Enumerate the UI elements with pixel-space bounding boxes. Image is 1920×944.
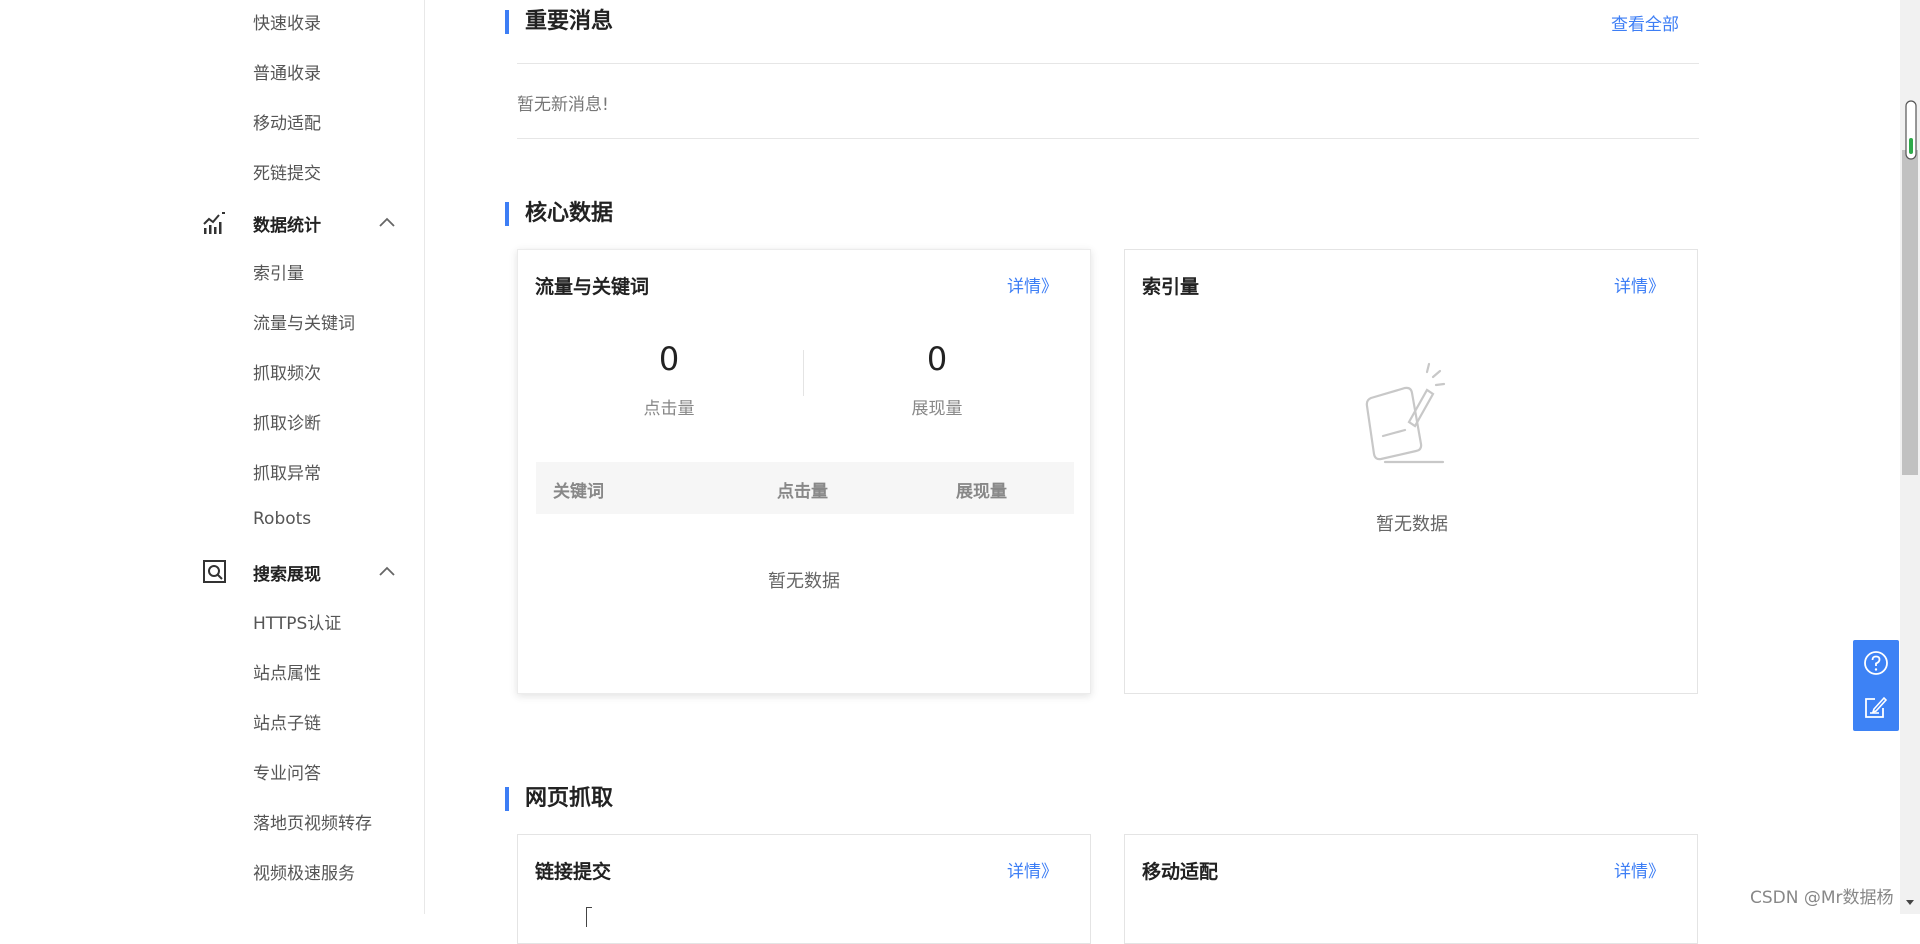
- axis-tick: [586, 907, 587, 927]
- sidebar-item-index-volume[interactable]: 索引量: [253, 259, 304, 284]
- clicks-label: 点击量: [643, 399, 695, 419]
- link-submit-card: 链接提交 详情》: [517, 834, 1091, 944]
- sidebar-item-landing-video[interactable]: 落地页视频转存: [253, 809, 372, 834]
- no-messages-text: 暂无新消息!: [517, 95, 609, 115]
- sidebar-item-mobile-adapt[interactable]: 移动适配: [253, 109, 321, 134]
- divider: [517, 138, 1699, 139]
- card-title: 链接提交: [535, 861, 612, 883]
- sidebar-item-pro-qa[interactable]: 专业问答: [253, 759, 321, 784]
- card-title: 索引量: [1142, 276, 1200, 298]
- sidebar-item-dead-link[interactable]: 死链提交: [253, 159, 321, 184]
- sidebar-item-crawl-diagnosis[interactable]: 抓取诊断: [253, 409, 321, 434]
- sidebar-item-quick-index[interactable]: 快速收录: [253, 9, 321, 34]
- chevron-up-icon[interactable]: [378, 563, 396, 581]
- sidebar-item-traffic-keywords[interactable]: 流量与关键词: [253, 309, 355, 334]
- sidebar-group-label: 数据统计: [253, 216, 321, 236]
- sidebar-group-search-display[interactable]: 搜索展现: [202, 557, 402, 587]
- card-title: 移动适配: [1142, 861, 1219, 883]
- sidebar-item-https-auth[interactable]: HTTPS认证: [253, 609, 341, 634]
- empty-state-text: 暂无数据: [768, 571, 840, 592]
- help-icon[interactable]: [1863, 650, 1889, 676]
- card-title: 流量与关键词: [535, 276, 650, 298]
- sidebar-group-data-stats[interactable]: 数据统计: [202, 208, 402, 238]
- scroll-down-arrow-icon[interactable]: [1904, 896, 1916, 908]
- column-header-impressions: 展现量: [956, 482, 1007, 502]
- empty-document-icon: [1365, 362, 1446, 464]
- watermark-text: CSDN @Mr数据杨: [1750, 888, 1894, 908]
- stat-divider: [803, 350, 804, 396]
- index-volume-card: 索引量 详情》 暂无数据: [1124, 249, 1698, 694]
- sidebar-item-normal-index[interactable]: 普通收录: [253, 59, 321, 84]
- divider: [517, 63, 1699, 64]
- section-title-core: 核心数据: [505, 201, 613, 227]
- keywords-table-header: 关键词 点击量 展现量: [536, 462, 1074, 514]
- traffic-keywords-card: 流量与关键词 详情》 0 点击量 0 展现量 关键词 点击量 展现量 暂无数据: [517, 249, 1091, 694]
- sidebar-item-site-attributes[interactable]: 站点属性: [253, 659, 321, 684]
- sidebar-item-video-speed[interactable]: 视频极速服务: [253, 859, 355, 884]
- section-title-crawl: 网页抓取: [505, 786, 613, 812]
- sidebar-group-label: 搜索展现: [253, 565, 321, 585]
- mobile-details-link[interactable]: 详情》: [1614, 857, 1665, 882]
- sidebar: 快速收录 普通收录 移动适配 死链提交 数据统计 索引量 流量与关键词 抓取频次…: [0, 0, 425, 914]
- feedback-icon[interactable]: [1863, 694, 1889, 720]
- empty-state-text: 暂无数据: [1376, 514, 1448, 535]
- column-header-clicks: 点击量: [777, 482, 828, 502]
- sidebar-item-robots[interactable]: Robots: [253, 509, 311, 529]
- scrollbar-thumb[interactable]: [1902, 150, 1918, 475]
- clicks-value: 0: [658, 340, 680, 378]
- index-details-link[interactable]: 详情》: [1614, 272, 1665, 297]
- mobile-adapt-card: 移动适配 详情》: [1124, 834, 1698, 944]
- impressions-value: 0: [926, 340, 948, 378]
- sidebar-item-site-sublinks[interactable]: 站点子链: [253, 709, 321, 734]
- sidebar-item-crawl-frequency[interactable]: 抓取频次: [253, 359, 321, 384]
- traffic-details-link[interactable]: 详情》: [1007, 272, 1058, 297]
- chevron-up-icon[interactable]: [378, 214, 396, 232]
- floating-toolbar: [1853, 640, 1899, 731]
- section-title-important: 重要消息: [505, 9, 613, 35]
- scroll-indicator-icon: [1905, 100, 1917, 160]
- chart-icon: [203, 212, 225, 234]
- impressions-label: 展现量: [911, 399, 963, 419]
- column-header-keyword: 关键词: [553, 482, 604, 502]
- link-submit-details-link[interactable]: 详情》: [1007, 857, 1058, 882]
- sidebar-item-crawl-errors[interactable]: 抓取异常: [253, 459, 321, 484]
- view-all-link[interactable]: 查看全部: [1611, 10, 1679, 35]
- search-display-icon: [203, 560, 226, 583]
